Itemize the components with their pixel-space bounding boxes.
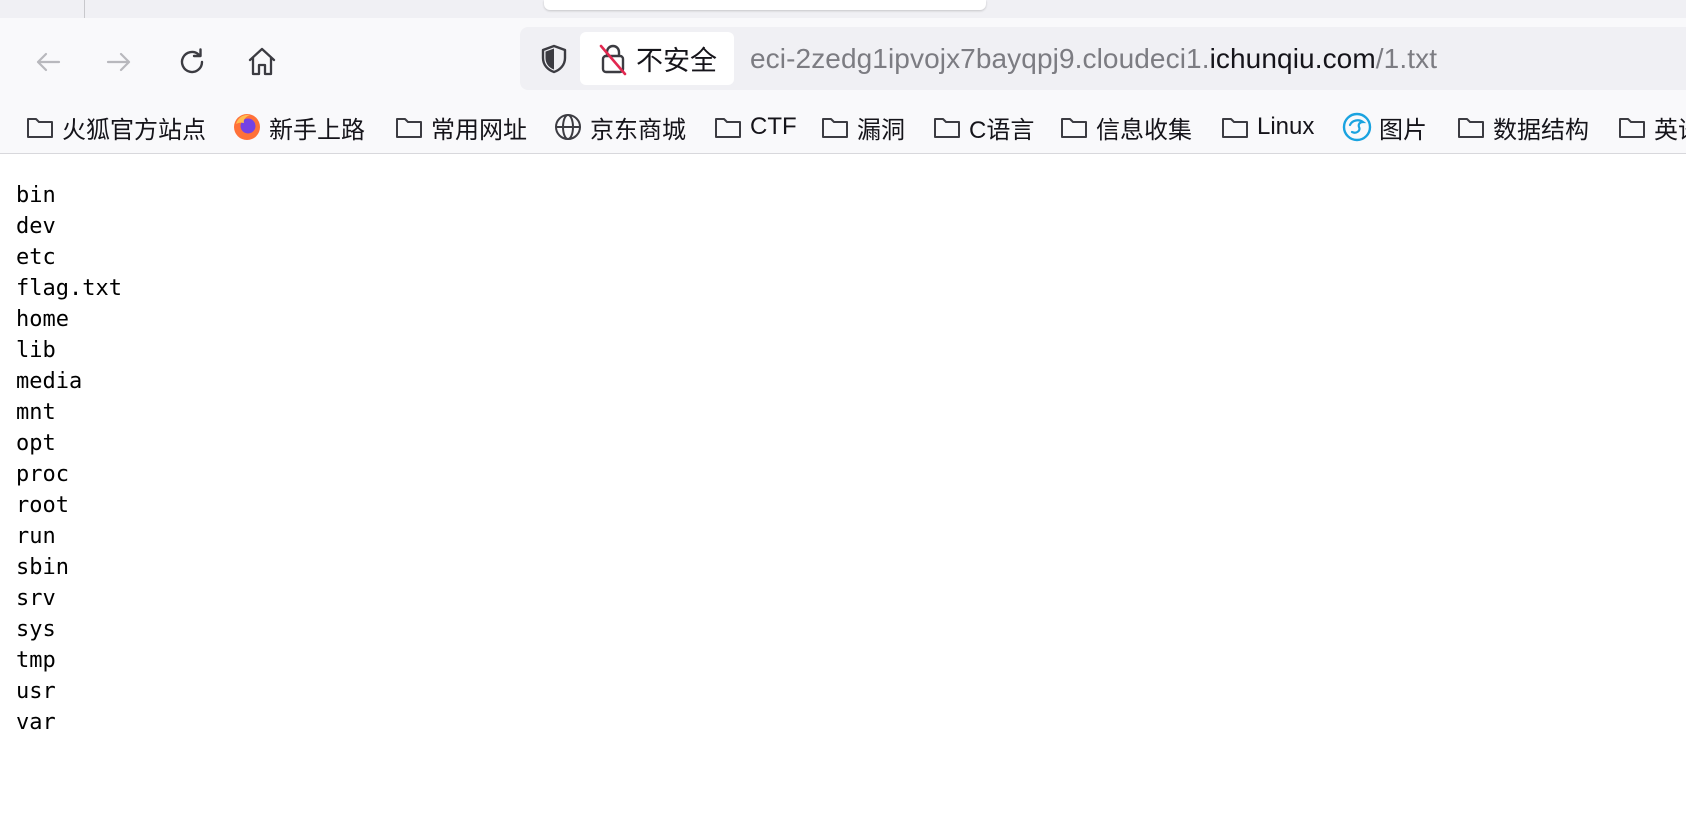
- file-line: run: [16, 524, 56, 549]
- bookmark-folder-firefox-official[interactable]: 火狐官方站点: [25, 110, 206, 144]
- folder-icon: [1061, 118, 1087, 138]
- bookmark-label: CTF: [750, 113, 797, 140]
- folder-icon: [1458, 118, 1484, 138]
- file-line: sys: [16, 617, 56, 642]
- file-line: proc: [16, 462, 69, 487]
- file-line: home: [16, 307, 69, 332]
- active-tab[interactable]: [544, 0, 986, 10]
- file-line: mnt: [16, 400, 56, 425]
- home-button[interactable]: [240, 40, 284, 84]
- file-line: bin: [16, 183, 56, 208]
- address-bar[interactable]: 不安全 eci-2zedg1ipvojx7bayqpj9.cloudeci1. i…: [520, 27, 1686, 90]
- file-line: root: [16, 493, 69, 518]
- reload-button[interactable]: [170, 40, 214, 84]
- file-line: etc: [16, 245, 56, 270]
- browser-window: 不安全 eci-2zedg1ipvojx7bayqpj9.cloudeci1. i…: [0, 0, 1686, 836]
- folder-icon: [715, 118, 741, 138]
- connection-insecure-indicator[interactable]: 不安全: [580, 32, 734, 85]
- bookmark-folder-common-sites[interactable]: 常用网址: [394, 110, 527, 144]
- bookmark-label: 新手上路: [269, 116, 365, 144]
- file-line: flag.txt: [16, 276, 122, 301]
- home-icon: [248, 47, 276, 76]
- bookmarks-toolbar: 火狐官方站点 新手上路 常用网址 京东商城 CTF 漏洞 C语言 信息收集 Li…: [0, 100, 1686, 154]
- folder-icon: [1222, 118, 1248, 138]
- bookmark-label: 常用网址: [431, 116, 527, 144]
- tracking-protection-shield-icon[interactable]: [534, 39, 574, 79]
- bookmark-label: 火狐官方站点: [62, 116, 206, 144]
- bookmark-folder-english[interactable]: 英语: [1617, 110, 1686, 144]
- tab-divider: [84, 0, 85, 18]
- folder-icon: [1619, 118, 1645, 138]
- bookmark-label: 信息收集: [1096, 116, 1192, 144]
- reload-icon: [180, 48, 204, 74]
- file-line: tmp: [16, 648, 56, 673]
- folder-icon: [27, 118, 53, 138]
- tab-strip: [0, 0, 1686, 18]
- globe-icon: [555, 114, 581, 140]
- folder-icon: [934, 118, 960, 138]
- bookmark-label: C语言: [969, 116, 1035, 144]
- bookmark-label: 数据结构: [1493, 116, 1589, 144]
- forward-button[interactable]: [97, 40, 141, 84]
- file-line: media: [16, 369, 83, 394]
- file-line: sbin: [16, 555, 69, 580]
- file-text-content: bin dev etc flag.txt home lib media mnt …: [16, 180, 122, 738]
- url-path: /1.txt: [1375, 42, 1438, 74]
- bookmark-pictures[interactable]: 图片: [1342, 110, 1427, 144]
- file-line: usr: [16, 679, 56, 704]
- back-arrow-icon: [36, 52, 61, 72]
- bookmark-label: 英语: [1654, 116, 1686, 144]
- insecure-lock-icon: [599, 44, 627, 75]
- bookmark-label: 漏洞: [857, 116, 905, 144]
- url-subdomain: eci-2zedg1ipvojx7bayqpj9.cloudeci1.: [750, 42, 1210, 74]
- bookmark-label: 京东商城: [590, 116, 686, 144]
- insecure-label: 不安全: [636, 46, 717, 76]
- bookmark-folder-c-language[interactable]: C语言: [932, 110, 1034, 144]
- file-line: srv: [16, 586, 56, 611]
- file-line: lib: [16, 338, 56, 363]
- forward-arrow-icon: [106, 52, 131, 72]
- bookmark-label: 图片: [1379, 116, 1427, 144]
- file-line: opt: [16, 431, 56, 456]
- bookmark-folder-ctf[interactable]: CTF: [713, 110, 797, 144]
- folder-icon: [396, 118, 422, 138]
- file-line: var: [16, 710, 56, 735]
- url-text[interactable]: eci-2zedg1ipvojx7bayqpj9.cloudeci1. ichun…: [750, 27, 1437, 90]
- folder-icon: [822, 118, 848, 138]
- bookmark-folder-data-structures[interactable]: 数据结构: [1456, 110, 1589, 144]
- navigation-toolbar: 不安全 eci-2zedg1ipvojx7bayqpj9.cloudeci1. i…: [0, 18, 1686, 100]
- bookmark-jd-mall[interactable]: 京东商城: [553, 110, 686, 144]
- back-button[interactable]: [26, 40, 70, 84]
- picture-site-icon: [1342, 112, 1372, 142]
- bookmark-getting-started[interactable]: 新手上路: [232, 110, 365, 144]
- firefox-icon: [234, 114, 260, 140]
- bookmark-folder-vulnerabilities[interactable]: 漏洞: [820, 110, 905, 144]
- bookmark-label: Linux: [1257, 113, 1315, 140]
- url-domain: ichunqiu.com: [1209, 42, 1376, 74]
- file-line: dev: [16, 214, 56, 239]
- bookmark-folder-linux[interactable]: Linux: [1220, 110, 1314, 144]
- bookmark-folder-info-gathering[interactable]: 信息收集: [1059, 110, 1192, 144]
